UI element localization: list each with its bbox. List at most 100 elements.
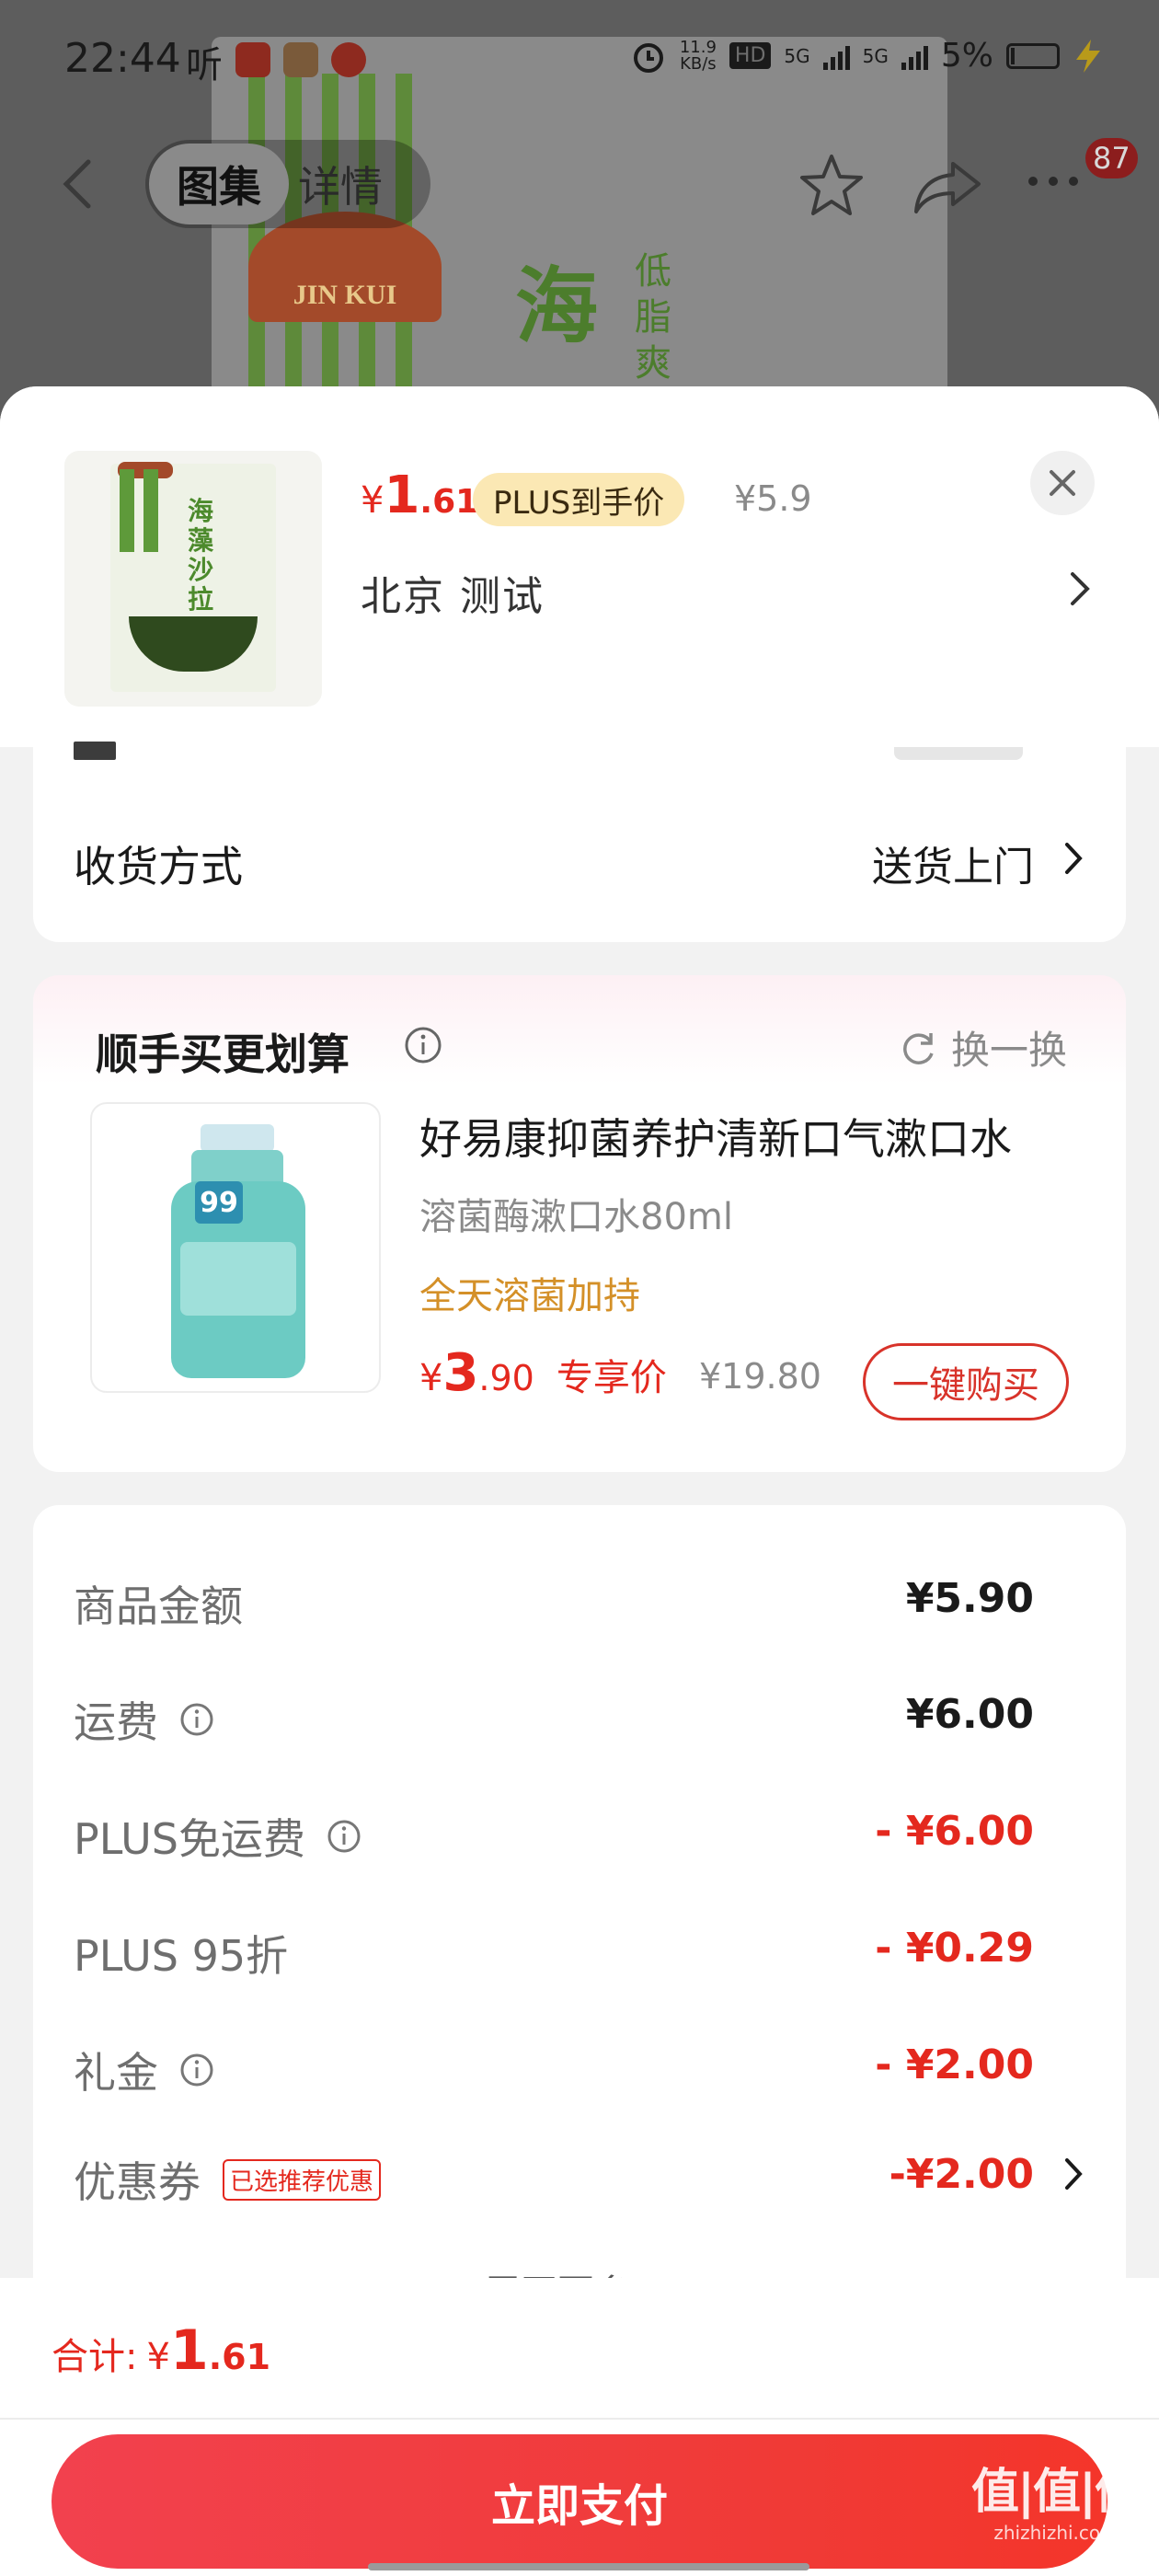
promo-price-decimal: .90 [478,1358,534,1398]
exclusive-price-label: 专享价 [556,1357,667,1399]
network-speed: 11.9 KB/s [679,37,717,74]
chevron-right-icon[interactable] [1061,839,1085,878]
promo-original-price: ¥19.80 [699,1356,821,1397]
brand-logo: JIN KUI [248,212,442,322]
network-type-2: 5G [862,44,889,67]
package-title: 海藻沙拉 [188,496,214,615]
share-icon[interactable] [911,156,984,215]
summary-label: PLUS 95折 [74,1931,289,1981]
battery-icon [1006,42,1060,69]
promo-product-name[interactable]: 好易康抑菌养护清新口气漱口水 [419,1106,1012,1167]
status-right: 11.9 KB/s HD 5G 5G 5% [630,37,1104,75]
clipped-quantity-stepper [894,747,1023,760]
info-icon[interactable] [178,1701,215,1738]
coupon-recommended-tag: 已选推荐优惠 [223,2158,382,2201]
one-click-buy-button[interactable]: 一键购买 [863,1343,1069,1420]
promo-product-image[interactable]: 99 [90,1102,381,1393]
gallery-tabs: 图集 详情 [145,140,430,228]
promo-price-currency: ¥ [419,1357,443,1399]
summary-row-plus-discount: PLUS 95折 - ¥0.29 [33,1914,1126,1987]
status-time: 22:44 [64,35,181,82]
bag-side-text: 低脂爽 [635,250,671,385]
close-icon [1050,470,1075,496]
summary-value: - ¥6.00 [875,1808,1034,1855]
divider [0,2418,1159,2420]
sheet-header: 海藻沙拉 ¥ 1 .61 PLUS到手价 ¥5.9 北京 测试 [0,386,1159,747]
plus-price-tag: PLUS到手价 [473,473,685,526]
pay-now-button[interactable]: 立即支付 [52,2434,1107,2569]
favorite-star-icon[interactable] [797,151,866,221]
package-stripe [143,469,158,552]
order-total: 合计: ¥ 1 .61 [52,2318,270,2383]
chevron-right-icon[interactable] [1067,569,1093,609]
info-icon[interactable] [178,2052,215,2088]
summary-row-coupon[interactable]: 优惠券 已选推荐优惠 -¥2.00 [33,2140,1126,2214]
refresh-icon [903,1032,934,1064]
summary-value: ¥6.00 [905,1691,1034,1738]
total-label: 合计: [52,2336,138,2378]
promo-product-subtitle: 溶菌酶漱口水80ml [419,1196,733,1238]
summary-value: ¥5.90 [905,1575,1034,1622]
chevron-right-icon[interactable] [1061,2155,1085,2193]
summary-label: PLUS免运费 [74,1806,362,1867]
summary-row-subtotal: 商品金额 ¥5.90 [33,1564,1126,1638]
home-indicator[interactable] [368,2563,809,2570]
total-currency: ¥ [146,2336,170,2378]
price-decimal: .61 [419,483,479,521]
summary-label: 礼金 [74,2040,215,2100]
add-on-promo-card: 顺手买更划算 换一换 99 好易康抑菌养护清新口气漱口水 溶菌酶漱口水80ml … [33,975,1126,1472]
refresh-label: 换一换 [950,1028,1067,1073]
product-price: ¥ 1 .61 [361,466,478,525]
bag-title-char: 海 [515,259,598,355]
promo-product-tagline: 全天溶菌加持 [419,1275,640,1317]
total-decimal: .61 [208,2337,271,2377]
back-arrow-icon[interactable] [59,156,96,212]
alarm-icon [633,42,663,73]
promo-price: ¥ 3 .90 专享价 [419,1343,667,1403]
battery-percent: 5% [940,37,993,75]
refresh-button[interactable]: 换一换 [898,1019,1067,1075]
notification-app-icon [235,42,270,77]
more-options-icon[interactable] [1028,177,1078,186]
shipping-address[interactable]: 北京 测试 [361,563,545,622]
product-thumbnail[interactable]: 海藻沙拉 [64,451,322,707]
status-ting: 听 [186,44,223,86]
summary-row-gift: 礼金 - ¥2.00 [33,2030,1126,2104]
tab-detail[interactable]: 详情 [298,154,383,214]
charging-icon [1076,39,1100,73]
promo-price-integer: 3 [442,1343,479,1403]
watermark: 值|值|值 zhizhizhi.com [971,2465,1142,2544]
price-currency: ¥ [361,479,384,522]
info-icon[interactable] [326,1818,362,1855]
close-button[interactable] [1030,451,1095,515]
delivery-method-label: 收货方式 [74,842,243,891]
summary-row-shipping: 运费 ¥6.00 [33,1680,1126,1754]
network-type-1: 5G [784,44,810,67]
summary-value: - ¥0.29 [875,1925,1034,1972]
hd-indicator: HD [729,42,772,69]
promo-title: 顺手买更划算 [96,1029,350,1079]
bottle-neck [191,1150,283,1183]
summary-label: 优惠券 已选推荐优惠 [74,2149,382,2210]
tab-gallery[interactable]: 图集 [149,144,289,224]
music-app-icon [331,42,366,77]
summary-row-plus-free-shipping: PLUS免运费 - ¥6.00 [33,1797,1126,1870]
summary-value: -¥2.00 [889,2151,1034,2198]
summary-label: 商品金额 [74,1581,243,1631]
checkout-sheet: 海藻沙拉 ¥ 1 .61 PLUS到手价 ¥5.9 北京 测试 收货方式 送货上… [0,386,1159,2576]
bottle-cap [201,1124,274,1152]
signal-icon [901,42,928,70]
price-integer: 1 [384,466,420,525]
info-icon[interactable] [403,1025,443,1065]
total-integer: 1 [169,2318,209,2383]
message-count-badge: 87 [1085,138,1138,178]
delivery-method-value[interactable]: 送货上门 [872,834,1034,892]
signal-icon [822,42,850,70]
clipped-row-text [74,742,116,760]
status-bar: 22:44 听 11.9 KB/s HD 5G 5G 5% [0,0,1159,120]
summary-value: - ¥2.00 [875,2041,1034,2088]
checkout-bottom-bar: 合计: ¥ 1 .61 立即支付 值|值|值 zhizhizhi.com [0,2278,1159,2576]
delivery-card: 收货方式 送货上门 [33,742,1126,942]
bottle-label [180,1242,296,1316]
bottle-badge: 99 [195,1181,243,1224]
